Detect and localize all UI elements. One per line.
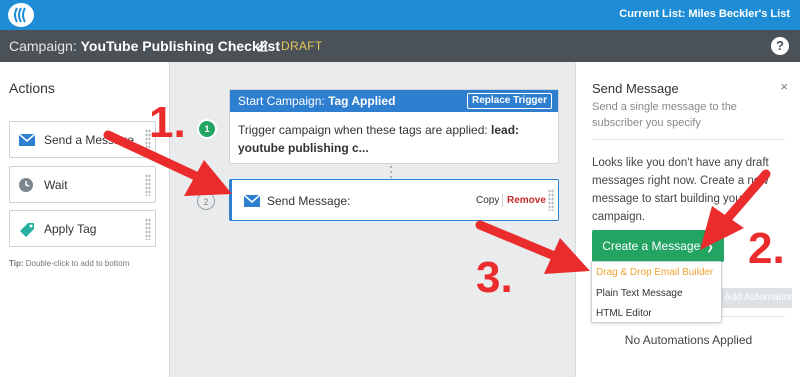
action-wait[interactable]: Wait: [9, 166, 156, 203]
action-label: Wait: [44, 178, 68, 192]
no-automations-text: No Automations Applied: [624, 333, 753, 347]
campaign-title: Campaign: YouTube Publishing Checklist: [9, 38, 280, 54]
trigger-title-prefix: Start Campaign:: [238, 94, 325, 108]
annotation-label-2: 2.: [748, 224, 785, 273]
send-message-node[interactable]: Send Message: Copy Remove: [229, 179, 559, 221]
current-list-selector[interactable]: Current List: Miles Beckler's List: [619, 8, 790, 20]
create-message-label: Create a Message: [602, 239, 701, 253]
create-message-button[interactable]: Create a Message ❯: [592, 230, 724, 262]
chevron-down-icon: ❯: [706, 242, 714, 252]
annotation-label-1: 1.: [149, 98, 186, 147]
dropdown-option-html-editor[interactable]: HTML Editor: [596, 308, 652, 319]
drag-handle-icon[interactable]: [145, 174, 151, 196]
action-label: Apply Tag: [44, 222, 97, 236]
envelope-icon: [18, 133, 36, 147]
dropdown-option-plain-text[interactable]: Plain Text Message: [596, 288, 683, 299]
close-icon[interactable]: ×: [780, 79, 788, 94]
empty-drafts-message: Looks like you don't have any draft mess…: [592, 157, 769, 223]
add-automation-button[interactable]: + Add Automation: [716, 288, 792, 308]
campaign-header: Campaign: YouTube Publishing Checklist D…: [0, 30, 800, 62]
replace-trigger-button[interactable]: Replace Trigger: [466, 93, 552, 109]
remove-button[interactable]: Remove: [507, 195, 546, 206]
actions-panel: Actions Send a Message Wait Apply Tag Ti…: [0, 62, 170, 377]
tip-text: Tip: Double-click to add to bottom: [9, 259, 129, 268]
status-badge: DRAFT: [281, 39, 323, 53]
panel-subtitle: Send a single message to the subscriber …: [592, 101, 737, 129]
action-label: Send a Message: [44, 133, 135, 147]
envelope-icon: [243, 194, 261, 212]
drag-handle-icon[interactable]: [145, 218, 151, 240]
tip-prefix: Tip:: [9, 259, 24, 268]
action-send-message[interactable]: Send a Message: [9, 121, 156, 158]
action-apply-tag[interactable]: Apply Tag: [9, 210, 156, 247]
help-icon[interactable]: ?: [771, 37, 789, 55]
divider: [592, 139, 785, 140]
tip-body: Double-click to add to bottom: [25, 259, 130, 268]
clock-icon: [19, 178, 35, 192]
edit-pencil-icon[interactable]: [256, 39, 269, 57]
tag-icon: [19, 222, 35, 237]
copy-button[interactable]: Copy: [476, 195, 499, 206]
trigger-title: Start Campaign: Tag Applied: [238, 94, 395, 108]
campaign-name: YouTube Publishing Checklist: [80, 38, 280, 54]
drag-handle-icon[interactable]: [548, 189, 554, 211]
campaign-label: Campaign:: [9, 38, 77, 54]
trigger-description: Trigger campaign when these tags are app…: [238, 121, 548, 157]
panel-title: Send Message: [592, 81, 679, 96]
step-number-badge: 1: [197, 119, 217, 139]
dropdown-option-drag-drop[interactable]: Drag & Drop Email Builder: [596, 267, 713, 278]
actions-title: Actions: [9, 80, 55, 96]
divider: [502, 194, 503, 207]
trigger-text: Trigger campaign when these tags are app…: [238, 123, 488, 137]
node-connector: [388, 165, 394, 179]
create-message-dropdown: Drag & Drop Email Builder Plain Text Mes…: [591, 261, 722, 323]
send-message-panel: Send Message × Send a single message to …: [575, 62, 800, 377]
top-bar: Current List: Miles Beckler's List: [0, 0, 800, 30]
annotation-label-3: 3.: [476, 253, 513, 302]
trigger-title-value: Tag Applied: [328, 94, 396, 108]
app-logo-icon[interactable]: [8, 3, 34, 27]
send-message-label: Send Message:: [267, 194, 351, 208]
step-number-badge: 2: [197, 192, 215, 210]
trigger-node[interactable]: Start Campaign: Tag Applied Replace Trig…: [229, 89, 559, 164]
trigger-header: Start Campaign: Tag Applied Replace Trig…: [230, 90, 558, 112]
